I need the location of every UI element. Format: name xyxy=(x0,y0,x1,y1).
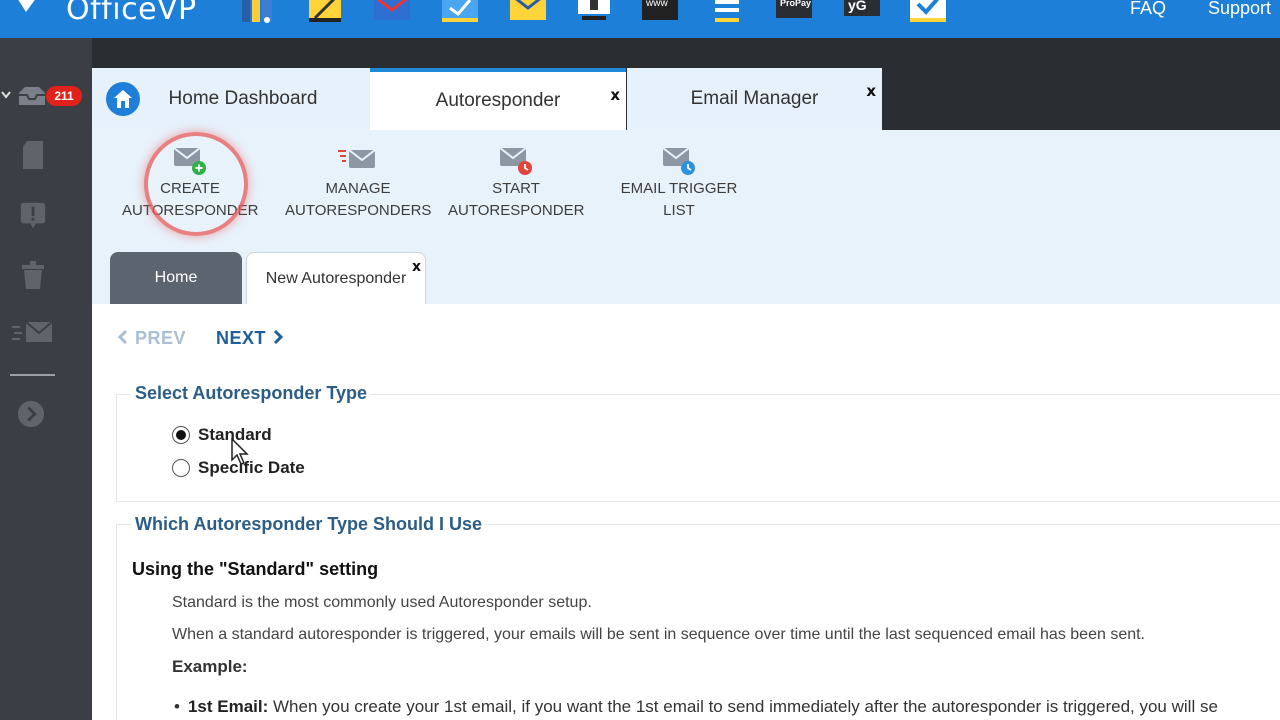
propay-icon[interactable]: ProPay xyxy=(774,0,814,24)
subtab-new-autoresponder[interactable]: New Autoresponder x xyxy=(246,252,426,304)
email-trigger-list-button[interactable]: EMAIL TRIGGER LIST xyxy=(617,146,741,222)
expand-arrow-icon[interactable] xyxy=(17,400,45,428)
list-item: • 1st Email: When you create your 1st ema… xyxy=(174,697,1218,716)
inbox-count-badge: 211 xyxy=(46,86,82,106)
presentation-icon[interactable] xyxy=(574,0,614,24)
type-select-fieldset xyxy=(116,394,1280,502)
tool-label-line1: START xyxy=(492,180,540,197)
radio-button[interactable] xyxy=(172,459,190,477)
www-icon[interactable]: www xyxy=(640,0,680,24)
officevp-logo-icon xyxy=(18,0,35,12)
close-icon[interactable]: x xyxy=(412,259,421,275)
home-icon xyxy=(106,82,140,116)
help-paragraph-2: When a standard autoresponder is trigger… xyxy=(172,626,1145,643)
top-bar: OfficeVP www ProPay yG FAQ Support xyxy=(0,0,1280,38)
faq-link[interactable]: FAQ xyxy=(1130,0,1166,19)
tool-label-line2: LIST xyxy=(663,202,695,219)
help-legend: Which Autoresponder Type Should I Use xyxy=(131,514,487,535)
chevron-down-icon[interactable] xyxy=(0,88,12,102)
bullet-label: 1st Email: xyxy=(187,697,269,716)
subtab-label: New Autoresponder xyxy=(265,269,407,287)
chevron-left-icon xyxy=(117,329,128,345)
tool-label-line2: AUTORESPONDER xyxy=(448,202,585,219)
email-icon[interactable] xyxy=(372,0,412,24)
chevron-right-icon xyxy=(273,329,284,345)
mail-timer-icon xyxy=(659,146,699,178)
radio-standard[interactable]: Standard xyxy=(172,425,272,445)
tab-label: Autoresponder xyxy=(435,90,561,111)
fast-mail-icon[interactable] xyxy=(12,318,54,346)
bullet-text: When you create your 1st email, if you w… xyxy=(268,697,1218,716)
radio-label: Specific Date xyxy=(198,458,305,477)
social-icon[interactable]: yG xyxy=(842,0,882,24)
propay-label: ProPay xyxy=(780,0,812,8)
envelope-icon[interactable] xyxy=(508,0,548,24)
mouse-cursor-icon xyxy=(231,438,249,465)
sidebar-divider xyxy=(10,374,55,376)
mail-fast-icon xyxy=(338,146,378,178)
next-button[interactable]: NEXT xyxy=(216,328,284,349)
start-autoresponder-button[interactable]: START AUTORESPONDER xyxy=(448,146,584,222)
tab-label: Home Dashboard xyxy=(168,88,318,109)
calendar-check-icon[interactable] xyxy=(440,0,480,24)
mail-clock-icon xyxy=(496,146,536,178)
list-icon[interactable] xyxy=(707,0,747,24)
books-icon[interactable] xyxy=(238,0,278,24)
tab-home-dashboard[interactable]: Home Dashboard xyxy=(92,68,370,130)
social-label: yG xyxy=(848,0,867,13)
notepad-icon[interactable] xyxy=(305,0,345,24)
subtab-label: Home xyxy=(154,269,198,286)
inbox-icon[interactable] xyxy=(16,82,48,110)
help-paragraph-1: Standard is the most commonly used Autor… xyxy=(172,594,592,611)
close-icon[interactable]: x xyxy=(610,86,620,104)
section-title: Using the "Standard" setting xyxy=(132,559,379,579)
tab-label: Email Manager xyxy=(690,88,819,109)
close-icon[interactable]: x xyxy=(866,82,876,100)
document-icon[interactable] xyxy=(19,141,47,169)
tool-label-line1: MANAGE xyxy=(325,180,391,197)
subtab-home[interactable]: Home xyxy=(110,252,242,304)
help-fieldset xyxy=(116,524,1280,720)
checklist-icon[interactable] xyxy=(908,0,948,24)
alert-icon[interactable] xyxy=(19,201,47,229)
radio-button[interactable] xyxy=(172,426,190,444)
prev-label: PREV xyxy=(135,328,187,348)
next-label: NEXT xyxy=(216,328,267,348)
brand-name: OfficeVP xyxy=(66,0,197,27)
tab-autoresponder[interactable]: Autoresponder x xyxy=(370,68,626,130)
tab-email-manager[interactable]: Email Manager x xyxy=(627,68,882,130)
manage-autoresponders-button[interactable]: MANAGE AUTORESPONDERS xyxy=(285,146,431,222)
tool-label-line2: AUTORESPONDERS xyxy=(285,202,432,219)
type-select-legend: Select Autoresponder Type xyxy=(131,383,372,404)
www-label: www xyxy=(646,0,668,9)
click-highlight-ring xyxy=(144,132,248,236)
prev-button[interactable]: PREV xyxy=(117,328,186,349)
tool-label-line1: EMAIL TRIGGER xyxy=(620,180,738,197)
trash-icon[interactable] xyxy=(19,261,47,289)
example-heading: Example: xyxy=(172,657,248,676)
support-link[interactable]: Support xyxy=(1208,0,1271,19)
